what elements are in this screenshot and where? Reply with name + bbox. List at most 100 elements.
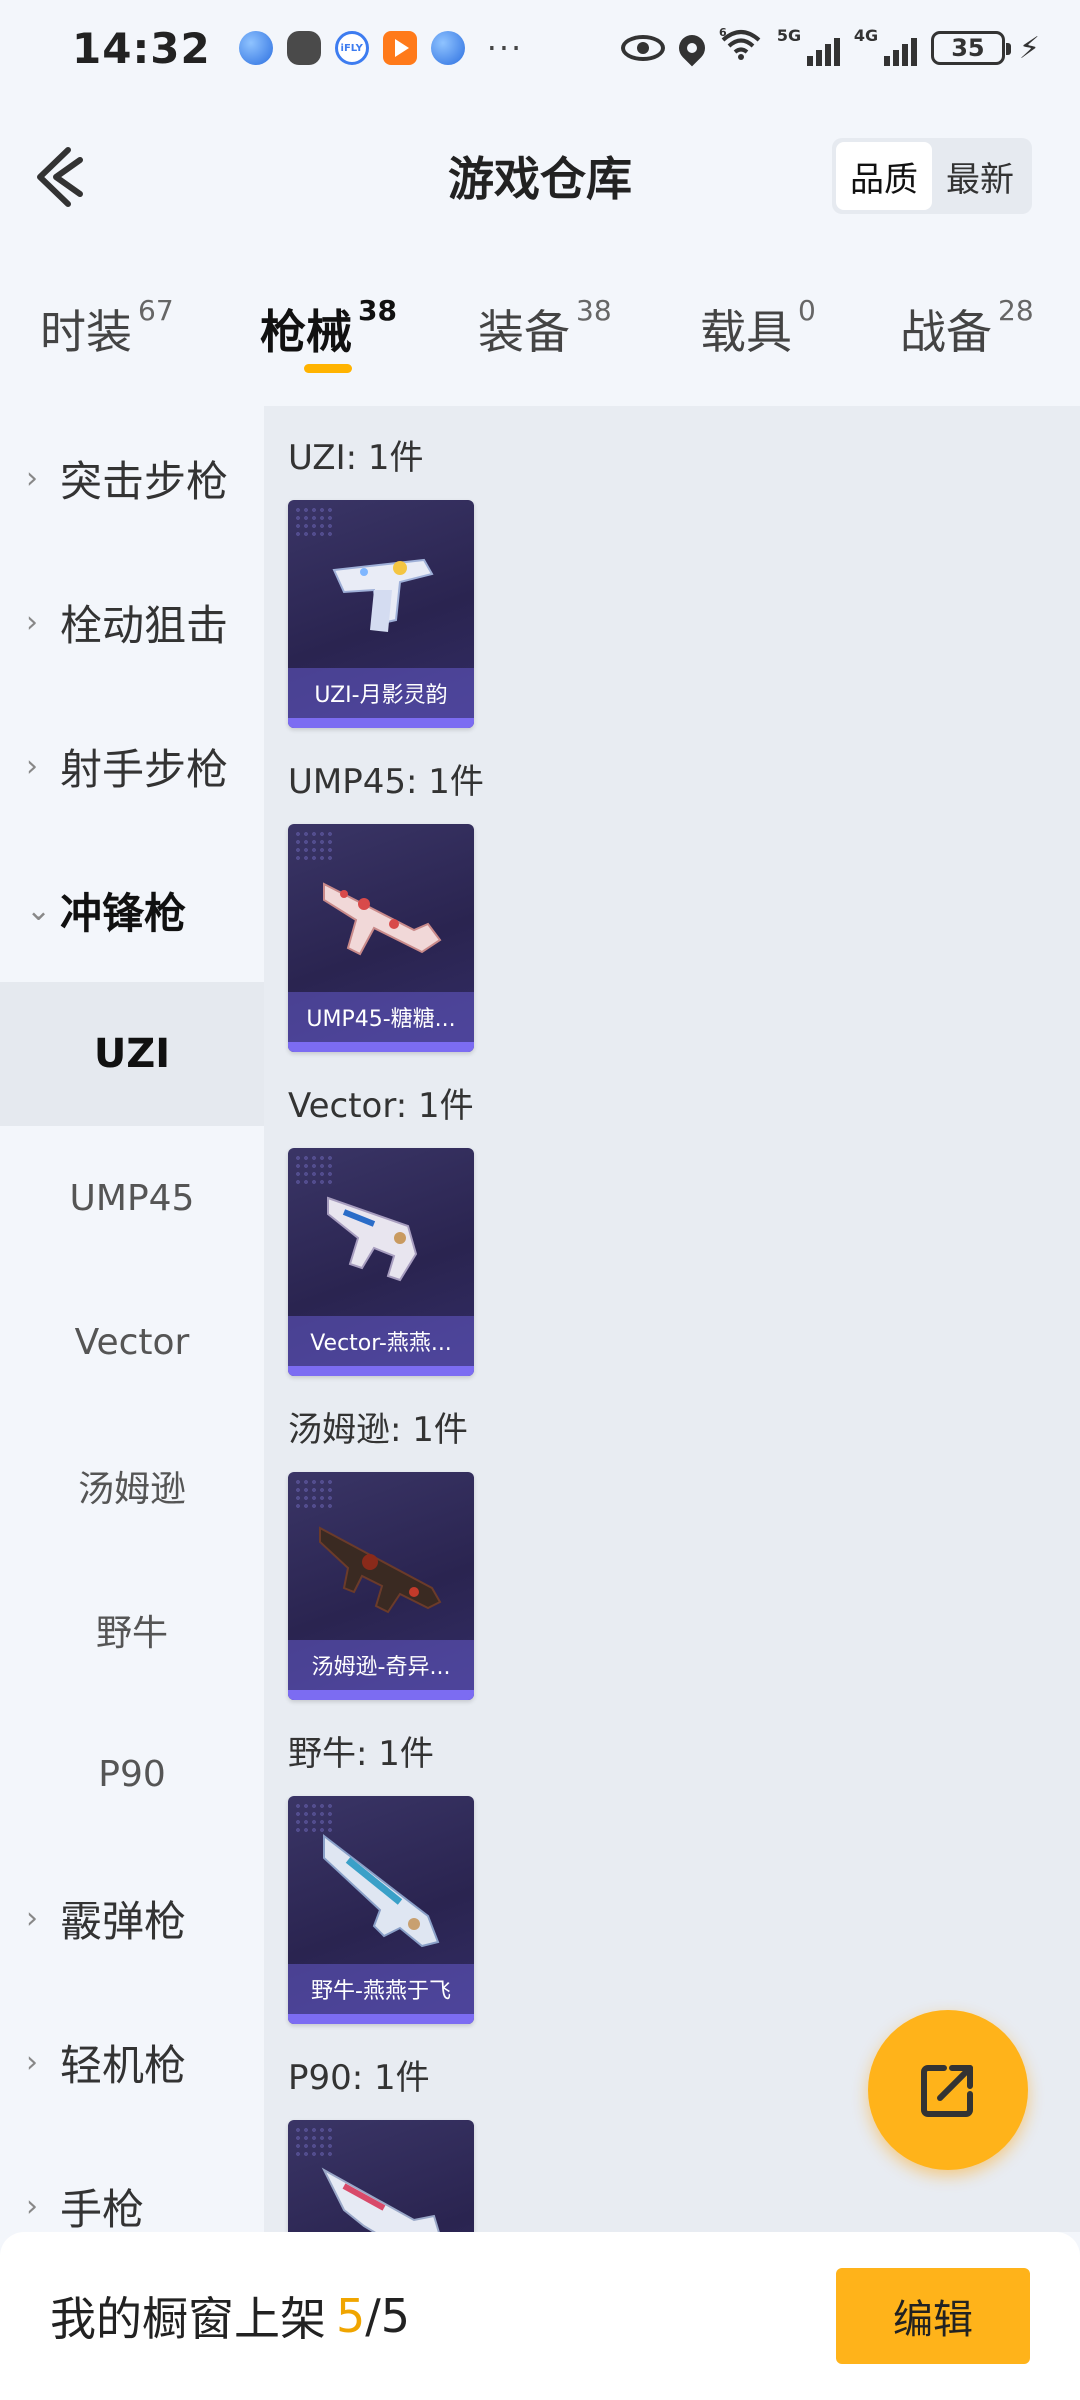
chevron-right-icon: ›	[26, 1900, 38, 1936]
section-title: UMP45: 1件	[288, 762, 484, 802]
sidebar-item-vector[interactable]: Vector	[0, 1270, 264, 1414]
section-title: Vector: 1件	[288, 1086, 474, 1126]
sort-toggle: 品质 最新	[832, 138, 1032, 214]
tab-supplies[interactable]: 战备 28	[900, 294, 1034, 396]
card-rarity-bar	[288, 1042, 474, 1052]
weapon-name: 野牛-燕燕于飞	[288, 1964, 474, 2014]
page-title: 游戏仓库	[448, 152, 632, 206]
sidebar-group-label: 栓动狙击	[60, 600, 229, 650]
wifi-icon: 6	[719, 26, 763, 71]
tab-label: 载具	[700, 305, 792, 359]
tab-vehicles[interactable]: 载具 0	[700, 294, 816, 396]
weapon-section: 汤姆逊: 1件 汤姆逊-奇异...	[264, 1378, 1080, 1702]
sidebar-item-ump45[interactable]: UMP45	[0, 1126, 264, 1270]
weapon-name: UMP45-糖糖...	[288, 992, 474, 1042]
tab-count: 0	[798, 294, 816, 327]
sidebar-group-marksman-rifle[interactable]: › 射手步枪	[0, 694, 264, 838]
weapon-list: UZI: 1件 UZI-月影灵韵 UMP45: 1件 UMP45-糖糖... V…	[264, 406, 1080, 2232]
tab-count: 28	[998, 294, 1034, 327]
sidebar-group-label: 手枪	[60, 2184, 145, 2233]
sidebar-group-label: 射手步枪	[60, 744, 229, 794]
showcase-count: 5	[336, 2289, 366, 2343]
location-icon	[673, 29, 711, 67]
tab-count: 38	[358, 294, 397, 327]
sort-newest-button[interactable]: 最新	[932, 142, 1028, 210]
showcase-label: 我的橱窗上架	[50, 2292, 326, 2346]
uzi-weapon-image	[332, 558, 434, 632]
back-button[interactable]	[30, 142, 90, 212]
category-sidebar: › 突击步枪 › 栓动狙击 › 射手步枪 ⌄ 冲锋枪 UZI UMP45 Vec…	[0, 406, 264, 2232]
weapon-section: UMP45: 1件 UMP45-糖糖...	[264, 730, 1080, 1054]
chevron-right-icon: ›	[26, 460, 38, 496]
chevron-down-icon: ⌄	[26, 892, 52, 928]
weapon-name: Vector-燕燕...	[288, 1316, 474, 1366]
sidebar-item-uzi[interactable]: UZI	[0, 982, 264, 1126]
sidebar-group-lmg[interactable]: › 轻机枪	[0, 1990, 264, 2134]
chevron-right-icon: ›	[26, 2044, 38, 2080]
p90-weapon-image	[321, 2167, 440, 2232]
sidebar-group-assault-rifle[interactable]: › 突击步枪	[0, 406, 264, 550]
charging-icon: ⚡	[1018, 30, 1040, 66]
eye-icon	[620, 35, 665, 61]
weapon-card[interactable]: 汤姆逊-奇异...	[288, 1472, 474, 1700]
status-indicators: 6 5G 4G 35 ⚡	[620, 26, 1040, 71]
weapon-card[interactable]: Vector-燕燕...	[288, 1148, 474, 1376]
share-icon	[921, 2065, 973, 2117]
video-icon	[382, 31, 417, 65]
sort-quality-button[interactable]: 品质	[836, 142, 932, 210]
card-rarity-bar	[288, 718, 474, 728]
tab-label: 战备	[900, 305, 992, 359]
weapon-card[interactable]: UZI-月影灵韵	[288, 500, 474, 728]
sidebar-group-label: 突击步枪	[60, 456, 229, 506]
section-title: P90: 1件	[288, 2058, 430, 2098]
card-rarity-bar	[288, 1366, 474, 1376]
sidebar-group-label: 霰弹枪	[60, 1896, 187, 1946]
weapon-card[interactable]: 野牛-燕燕于飞	[288, 1796, 474, 2024]
wechat-icon	[286, 31, 321, 65]
bottom-bar: 我的橱窗上架 5 / 5 编辑	[0, 2232, 1080, 2400]
thompson-weapon-image	[319, 1526, 442, 1614]
tab-label: 装备	[478, 305, 570, 359]
wifi-badge: 6	[719, 26, 727, 39]
sidebar-group-label: 冲锋枪	[60, 888, 187, 938]
browser-icon	[238, 31, 273, 65]
battery-level: 35	[951, 34, 985, 62]
weapon-card[interactable]: UMP45-糖糖...	[288, 824, 474, 1052]
signal-4g-label: 4G	[853, 26, 879, 45]
sidebar-item-thompson[interactable]: 汤姆逊	[0, 1414, 264, 1558]
sidebar-item-bizon[interactable]: 野牛	[0, 1558, 264, 1702]
sidebar-group-bolt-sniper[interactable]: › 栓动狙击	[0, 550, 264, 694]
signal-5g-label: 5G	[776, 26, 802, 45]
sidebar-group-shotgun[interactable]: › 霰弹枪	[0, 1846, 264, 1990]
signal-4g-icon: 4G	[854, 26, 917, 66]
weapon-name: UZI-月影灵韵	[288, 668, 474, 718]
tab-fashion[interactable]: 时装 67	[40, 294, 174, 396]
status-time: 14:32	[72, 23, 211, 73]
weapon-section: 野牛: 1件 野牛-燕燕于飞	[264, 1702, 1080, 2026]
weapon-card[interactable]	[288, 2120, 474, 2232]
share-button[interactable]	[868, 2010, 1028, 2170]
tab-count: 38	[576, 294, 612, 327]
sidebar-group-smg[interactable]: ⌄ 冲锋枪	[0, 838, 264, 982]
edit-button[interactable]: 编辑	[836, 2268, 1030, 2364]
sidebar-item-p90[interactable]: P90	[0, 1702, 264, 1846]
bizon-weapon-image	[323, 1833, 440, 1948]
card-rarity-bar	[288, 2014, 474, 2024]
chevron-right-icon: ›	[26, 748, 38, 784]
signal-5g-icon: 5G	[777, 26, 840, 66]
more-notifications-icon: ···	[486, 29, 524, 67]
sidebar-group-label: 轻机枪	[60, 2040, 187, 2090]
section-title: 汤姆逊: 1件	[288, 1410, 468, 1450]
tab-count: 67	[138, 294, 174, 327]
status-bar: 14:32 iFLY ··· 6 5G 4G 35 ⚡	[0, 0, 1080, 96]
chevron-right-icon: ›	[26, 604, 38, 640]
card-rarity-bar	[288, 1690, 474, 1700]
section-title: UZI: 1件	[288, 438, 424, 478]
weapon-section: Vector: 1件 Vector-燕燕...	[264, 1054, 1080, 1378]
status-app-icons: iFLY ···	[238, 29, 524, 67]
ump45-weapon-image	[323, 882, 442, 956]
weapon-name: 汤姆逊-奇异...	[288, 1640, 474, 1690]
sidebar-group-pistol[interactable]: › 手枪	[0, 2134, 264, 2233]
tab-guns[interactable]: 枪械 38	[260, 294, 397, 396]
tab-equipment[interactable]: 装备 38	[478, 294, 612, 396]
